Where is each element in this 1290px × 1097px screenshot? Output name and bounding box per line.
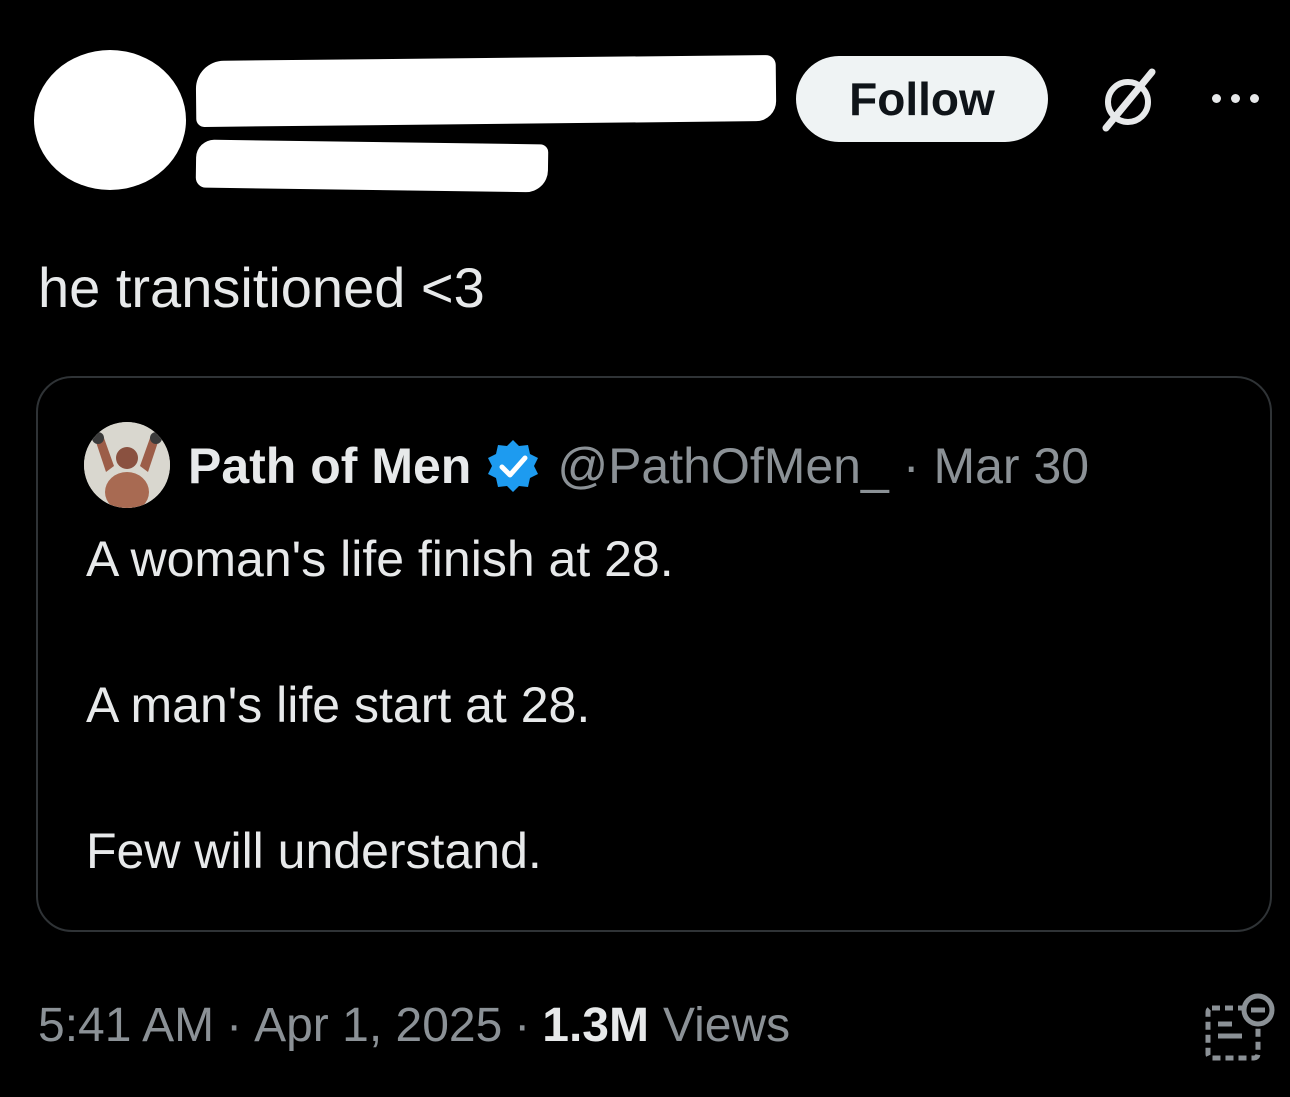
separator-dot: · xyxy=(514,999,531,1052)
redacted-handle xyxy=(195,139,549,193)
quoted-text-line-2: A man's life start at 28. xyxy=(86,677,591,733)
quoted-text-line-1: A woman's life finish at 28. xyxy=(86,531,674,587)
quoted-author-avatar[interactable] xyxy=(84,422,170,508)
post-time[interactable]: 5:41 AM xyxy=(38,998,214,1053)
separator-dot: · xyxy=(226,999,243,1052)
quoted-author-handle[interactable]: @PathOfMen_ xyxy=(557,437,888,495)
post-detail-screen: Follow he transitioned <3 Path of Men @P… xyxy=(0,0,1290,1097)
post-analytics-icon[interactable] xyxy=(1202,990,1278,1066)
quoted-post-header: Path of Men @PathOfMen_ · Mar 30 xyxy=(188,436,1089,496)
quoted-post-card[interactable]: Path of Men @PathOfMen_ · Mar 30 A woman… xyxy=(36,376,1272,932)
separator-dot: · xyxy=(902,438,920,494)
redacted-avatar xyxy=(34,50,186,190)
post-meta: 5:41 AM · Apr 1, 2025 · 1.3M Views xyxy=(38,998,790,1053)
quoted-author-name[interactable]: Path of Men xyxy=(188,437,471,495)
more-icon[interactable] xyxy=(1212,88,1268,108)
follow-button[interactable]: Follow xyxy=(796,56,1048,142)
verified-badge-icon xyxy=(488,440,539,492)
grok-icon[interactable] xyxy=(1094,66,1162,134)
redacted-display-name xyxy=(195,54,777,128)
post-text: he transitioned <3 xyxy=(38,256,485,319)
views-count: 1.3M xyxy=(542,999,649,1052)
quoted-text-line-3: Few will understand. xyxy=(86,823,542,879)
views-label: Views xyxy=(662,999,791,1052)
post-date[interactable]: Apr 1, 2025 xyxy=(254,998,502,1053)
quoted-post-date[interactable]: Mar 30 xyxy=(933,437,1089,495)
